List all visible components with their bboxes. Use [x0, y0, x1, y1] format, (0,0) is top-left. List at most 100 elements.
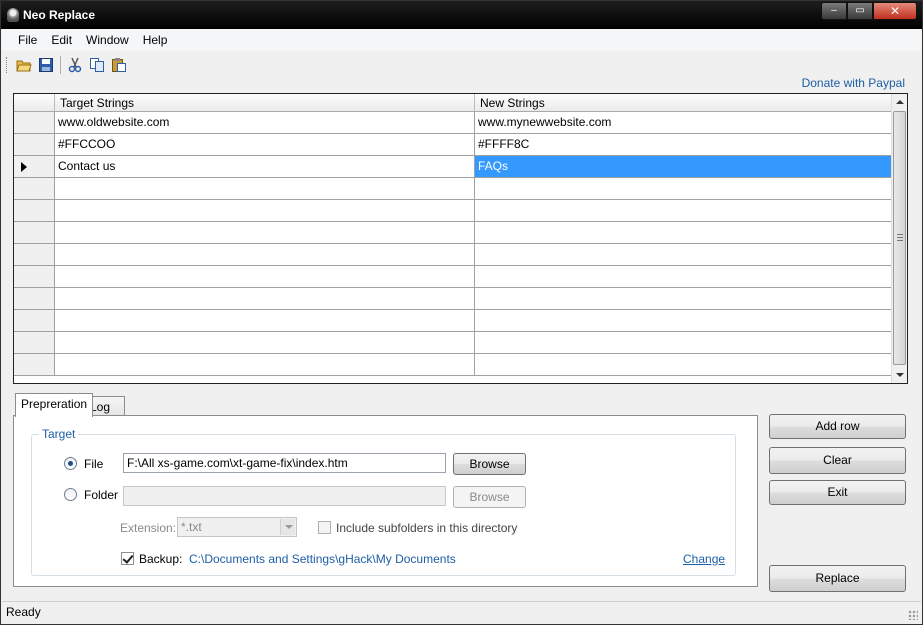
target-string-cell[interactable] — [55, 354, 475, 375]
new-string-cell[interactable]: FAQs — [475, 156, 892, 177]
new-string-cell[interactable] — [475, 354, 892, 375]
target-string-cell[interactable] — [55, 266, 475, 287]
file-radio[interactable] — [64, 457, 77, 470]
table-row[interactable] — [14, 354, 892, 376]
row-header[interactable] — [14, 178, 55, 199]
new-string-cell[interactable]: www.mynewwebsite.com — [475, 112, 892, 133]
replacement-grid[interactable]: Target Strings New Strings www.oldwebsit… — [13, 93, 908, 384]
folder-label: Folder — [84, 488, 119, 502]
row-header[interactable] — [14, 332, 55, 353]
new-string-cell[interactable] — [475, 332, 892, 353]
target-string-cell[interactable]: Contact us — [55, 156, 475, 177]
scroll-down-icon[interactable] — [896, 373, 904, 377]
include-subfolders-checkbox[interactable] — [318, 521, 331, 534]
save-icon[interactable] — [35, 54, 57, 76]
row-header[interactable] — [14, 354, 55, 375]
replace-button[interactable]: Replace — [769, 565, 906, 592]
row-header[interactable] — [14, 266, 55, 287]
grid-scrollbar[interactable] — [891, 94, 907, 383]
row-header-corner[interactable] — [14, 94, 55, 111]
table-row[interactable]: #FFCCOO #FFFF8C — [14, 134, 892, 156]
copy-icon[interactable] — [86, 54, 108, 76]
backup-label: Backup: — [139, 552, 183, 566]
table-row[interactable] — [14, 222, 892, 244]
scroll-thumb[interactable] — [893, 111, 906, 365]
status-bar: Ready — [2, 601, 921, 623]
app-window: Neo Replace – ▭ ✕ File Edit Window Help … — [0, 0, 923, 625]
resize-grip-icon[interactable] — [908, 610, 918, 620]
table-row[interactable]: Contact us FAQs — [14, 156, 892, 178]
table-row[interactable] — [14, 178, 892, 200]
current-row-arrow-icon — [21, 162, 27, 172]
new-string-cell[interactable] — [475, 288, 892, 309]
row-header[interactable] — [14, 310, 55, 331]
new-string-cell[interactable] — [475, 310, 892, 331]
maximize-icon: ▭ — [855, 5, 865, 16]
folder-radio[interactable] — [64, 488, 77, 501]
donate-link[interactable]: Donate with Paypal — [802, 76, 905, 90]
menu-file[interactable]: File — [11, 30, 44, 50]
row-header[interactable] — [14, 112, 55, 133]
folder-path-input[interactable] — [123, 486, 446, 506]
status-text: Ready — [6, 605, 41, 619]
target-string-cell[interactable] — [55, 178, 475, 199]
target-string-cell[interactable]: #FFCCOO — [55, 134, 475, 155]
target-string-cell[interactable] — [55, 222, 475, 243]
app-icon — [7, 8, 19, 22]
backup-checkbox[interactable] — [121, 552, 134, 565]
scroll-up-icon[interactable] — [896, 100, 904, 104]
maximize-button[interactable]: ▭ — [847, 2, 873, 20]
menu-window[interactable]: Window — [79, 30, 136, 50]
target-string-cell[interactable]: www.oldwebsite.com — [55, 112, 475, 133]
row-header[interactable] — [14, 200, 55, 221]
clear-button[interactable]: Clear — [769, 447, 906, 474]
menu-edit[interactable]: Edit — [44, 30, 79, 50]
grid-header: Target Strings New Strings — [14, 94, 892, 112]
table-row[interactable] — [14, 332, 892, 354]
row-header[interactable] — [14, 156, 55, 177]
new-string-cell[interactable] — [475, 222, 892, 243]
new-string-cell[interactable] — [475, 200, 892, 221]
menu-help[interactable]: Help — [136, 30, 175, 50]
row-header[interactable] — [14, 244, 55, 265]
folder-browse-button[interactable]: Browse — [453, 486, 526, 508]
new-string-cell[interactable] — [475, 266, 892, 287]
exit-button[interactable]: Exit — [769, 480, 906, 505]
backup-path: C:\Documents and Settings\gHack\My Docum… — [189, 552, 456, 566]
extension-select[interactable]: *.txt — [177, 517, 297, 537]
tab-prepreration[interactable]: Prepreration — [15, 393, 94, 417]
minimize-button[interactable]: – — [821, 2, 847, 20]
target-string-cell[interactable] — [55, 288, 475, 309]
title-bar[interactable]: Neo Replace – ▭ ✕ — [1, 1, 922, 29]
table-row[interactable] — [14, 310, 892, 332]
file-path-input[interactable]: F:\All xs-game.com\xt-game-fix\index.htm — [123, 453, 446, 473]
cut-icon[interactable] — [64, 54, 86, 76]
target-string-cell[interactable] — [55, 310, 475, 331]
row-header[interactable] — [14, 288, 55, 309]
row-header[interactable] — [14, 222, 55, 243]
table-row[interactable]: www.oldwebsite.com www.mynewwebsite.com — [14, 112, 892, 134]
open-folder-icon[interactable] — [13, 54, 35, 76]
toolbar-grip[interactable] — [6, 56, 9, 73]
menu-bar: File Edit Window Help — [2, 29, 921, 51]
new-string-cell[interactable]: #FFFF8C — [475, 134, 892, 155]
file-browse-button[interactable]: Browse — [453, 453, 526, 475]
change-backup-link[interactable]: Change — [683, 552, 725, 566]
row-header[interactable] — [14, 134, 55, 155]
column-header-new[interactable]: New Strings — [475, 94, 892, 111]
table-row[interactable] — [14, 200, 892, 222]
target-string-cell[interactable] — [55, 200, 475, 221]
new-string-cell[interactable] — [475, 178, 892, 199]
chevron-down-icon[interactable] — [280, 519, 295, 535]
table-row[interactable] — [14, 244, 892, 266]
target-string-cell[interactable] — [55, 332, 475, 353]
table-row[interactable] — [14, 266, 892, 288]
new-string-cell[interactable] — [475, 244, 892, 265]
column-header-target[interactable]: Target Strings — [55, 94, 475, 111]
paste-icon[interactable] — [108, 54, 130, 76]
close-button[interactable]: ✕ — [873, 2, 917, 20]
table-row[interactable] — [14, 288, 892, 310]
grid-rows: www.oldwebsite.com www.mynewwebsite.com #F… — [14, 112, 892, 376]
add-row-button[interactable]: Add row — [769, 414, 906, 439]
target-string-cell[interactable] — [55, 244, 475, 265]
